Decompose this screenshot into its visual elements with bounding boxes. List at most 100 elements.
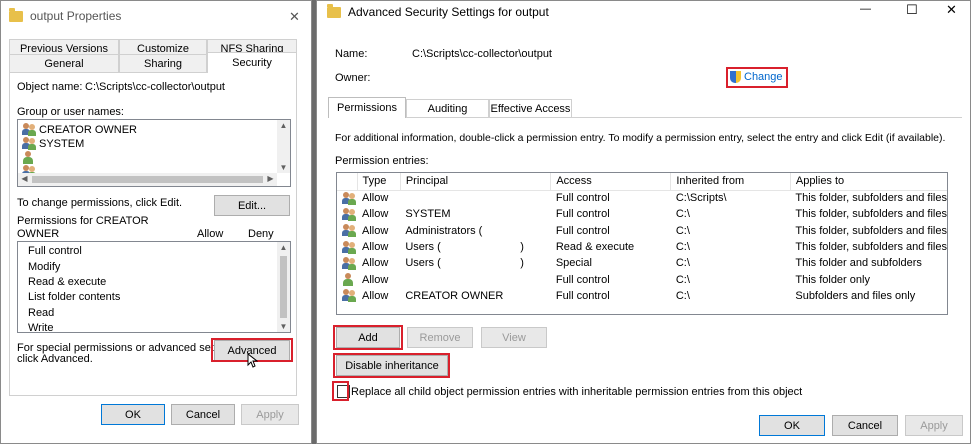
column-applies-to[interactable]: Applies to [790, 173, 947, 191]
minimize-icon[interactable]: — [860, 3, 871, 15]
special-permissions-text-2: click Advanced. [17, 353, 93, 365]
tab-auditing[interactable]: Auditing [406, 99, 489, 118]
ok-button[interactable]: OK [759, 415, 825, 436]
scroll-up-icon[interactable]: ▲ [277, 243, 290, 252]
permission-row: Read & execute [28, 276, 107, 288]
ok-button[interactable]: OK [101, 404, 165, 425]
cell-principal: SYSTEM [405, 208, 451, 221]
table-row[interactable]: Allow Full control C:\Scripts\ This folder,… [337, 190, 947, 206]
scroll-left-icon[interactable]: ◀ [18, 174, 31, 183]
apply-button[interactable]: Apply [241, 404, 299, 425]
mouse-cursor-icon [247, 353, 258, 368]
row-icon-cell [337, 239, 357, 255]
table-row[interactable]: Allow CREATOR OWNER Full control C:\ Subfold… [337, 288, 947, 304]
name-value: C:\Scripts\cc-collector\output [412, 48, 552, 60]
row-icon-cell [337, 190, 357, 206]
tab-general[interactable]: General [9, 54, 119, 73]
permission-row: Read [28, 307, 55, 319]
deny-header: Deny [248, 228, 274, 240]
replace-checkbox[interactable] [337, 385, 350, 398]
cell-applies-to: This folder only [795, 273, 870, 286]
vscroll-thumb[interactable] [280, 256, 287, 318]
permissions-list-vscroll[interactable]: ▲ ▼ [277, 242, 290, 332]
permission-row: List folder contents [28, 291, 121, 303]
close-icon[interactable]: ✕ [946, 2, 957, 18]
object-name-label: Object name: [17, 81, 83, 93]
cell-type: Allow [362, 208, 389, 221]
list-item[interactable]: CREATOR OWNER [22, 123, 137, 136]
allow-header: Allow [197, 228, 224, 240]
change-owner-link[interactable]: Change [730, 71, 783, 83]
hscroll-thumb[interactable] [32, 176, 263, 183]
cancel-button[interactable]: Cancel [832, 415, 898, 436]
table-row[interactable]: Allow SYSTEM Full control C:\ This folder, s… [337, 206, 947, 222]
cell-access: Special [555, 257, 592, 270]
cell-type: Allow [362, 224, 389, 237]
cell-type: Allow [362, 273, 389, 286]
list-item[interactable] [22, 151, 34, 164]
cancel-button[interactable]: Cancel [171, 404, 235, 425]
cell-inherited-from: C:\ [675, 208, 690, 221]
cell-type: Allow [362, 289, 389, 302]
table-row[interactable]: Allow Administrators (Full control C:\ This… [337, 223, 947, 239]
info-text: For additional information, double-click… [335, 132, 946, 144]
properties-titlebar: output Properties [1, 1, 311, 31]
cell-principal: CREATOR OWNER [405, 289, 504, 302]
table-row[interactable]: Allow Users ( ) Special C:\ This folder and … [337, 255, 947, 271]
cell-access: Full control [555, 289, 610, 302]
permissions-for-label: Permissions for CREATOR [17, 215, 149, 227]
remove-button[interactable]: Remove [407, 327, 473, 348]
folder-icon [327, 3, 341, 18]
cell-principal [400, 190, 551, 206]
cell-applies-to: This folder, subfolders and files [795, 208, 947, 221]
advanced-title: Advanced Security Settings for output [348, 5, 549, 19]
permission-entries-table[interactable]: Type Principal Access Inherited from App… [336, 172, 948, 315]
cell-inherited-from: C:\ [675, 273, 690, 286]
advanced-titlebar: Advanced Security Settings for output [317, 1, 970, 23]
cell-applies-to: This folder, subfolders and files [795, 224, 947, 237]
cell-inherited-from: C:\ [675, 257, 690, 270]
cell-applies-to: This folder, subfolders and files [795, 192, 947, 205]
column-access[interactable]: Access [550, 173, 672, 191]
tab-effective-access[interactable]: Effective Access [489, 99, 572, 118]
column-icon [337, 173, 358, 191]
permission-row: Write [28, 322, 54, 333]
replace-label[interactable]: Replace all child object permission entr… [351, 386, 802, 398]
cell-applies-to: Subfolders and files only [795, 289, 916, 302]
close-icon[interactable]: ✕ [289, 9, 300, 25]
table-row[interactable]: Allow Full control C:\ This folder only [337, 271, 947, 287]
list-item[interactable]: SYSTEM [22, 137, 84, 150]
scroll-down-icon[interactable]: ▼ [277, 322, 290, 331]
maximize-icon[interactable]: ☐ [906, 2, 918, 18]
list-item[interactable] [22, 165, 37, 173]
column-inherited-from[interactable]: Inherited from [670, 173, 791, 191]
tab-security[interactable]: Security [207, 52, 297, 73]
add-button[interactable]: Add [336, 327, 400, 348]
group-icon [342, 289, 357, 303]
apply-button[interactable]: Apply [905, 415, 963, 436]
group-list-hscroll[interactable]: ◀ ▶ [18, 173, 277, 186]
cell-type: Allow [362, 241, 389, 254]
scroll-up-icon[interactable]: ▲ [277, 121, 290, 130]
permissions-for-label-owner: OWNER [17, 228, 60, 240]
group-icon [342, 207, 357, 221]
cell-inherited-from: C:\Scripts\ [675, 192, 727, 205]
column-type[interactable]: Type [357, 173, 401, 191]
tab-sharing[interactable]: Sharing [119, 54, 207, 73]
group-icon [342, 224, 357, 238]
permissions-list[interactable]: Full control Modify Read & execute List … [17, 241, 291, 333]
disable-inheritance-button[interactable]: Disable inheritance [336, 355, 448, 376]
table-row[interactable]: Allow Users ( ) Read & execute C:\ This fold… [337, 239, 947, 255]
view-button[interactable]: View [481, 327, 547, 348]
cell-access: Full control [555, 192, 610, 205]
group-list[interactable]: CREATOR OWNER SYSTEM ▲ ▼ ◀ ▶ [17, 119, 291, 187]
entries-label: Permission entries: [335, 155, 429, 167]
column-principal[interactable]: Principal [400, 173, 552, 191]
scroll-down-icon[interactable]: ▼ [277, 163, 290, 172]
row-icon-cell [337, 206, 357, 222]
edit-button[interactable]: Edit... [214, 195, 290, 216]
scroll-right-icon[interactable]: ▶ [264, 174, 277, 183]
group-list-vscroll[interactable]: ▲ ▼ [277, 120, 290, 173]
tab-permissions[interactable]: Permissions [328, 97, 406, 118]
cell-applies-to: This folder, subfolders and files [795, 241, 947, 254]
